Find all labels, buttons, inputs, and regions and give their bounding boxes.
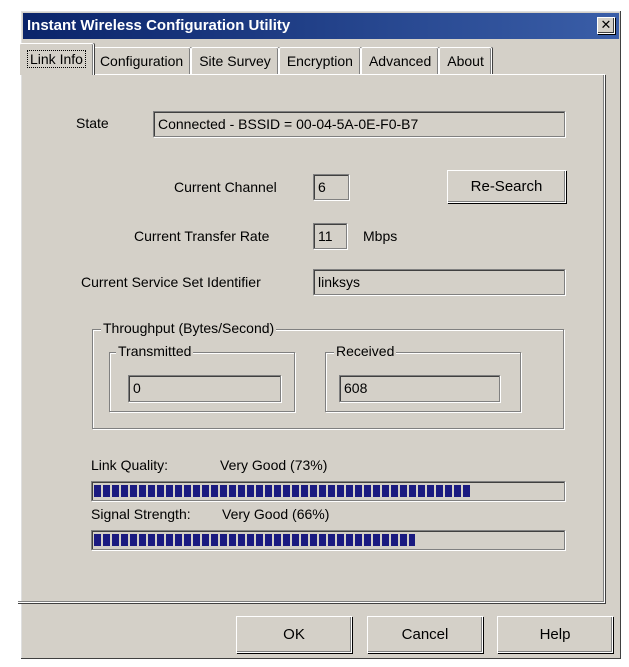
tab-encryption[interactable]: Encryption <box>278 47 361 75</box>
signal-strength-value: Very Good (66%) <box>222 506 330 522</box>
window-title: Instant Wireless Configuration Utility <box>27 17 291 34</box>
link-quality-label: Link Quality: <box>91 457 169 473</box>
link-quality-bar <box>91 481 565 501</box>
rate-label: Current Transfer Rate <box>134 228 270 244</box>
tab-advanced[interactable]: Advanced <box>360 47 440 75</box>
ok-button[interactable]: OK <box>236 616 352 653</box>
tab-label: Link Info <box>27 50 86 68</box>
transmitted-field: 0 <box>128 375 281 402</box>
signal-strength-bar <box>91 530 565 550</box>
tab-label: Configuration <box>99 53 184 69</box>
help-button[interactable]: Help <box>497 616 613 653</box>
rate-field: 11 <box>313 223 347 249</box>
tab-label: About <box>447 53 484 69</box>
channel-label: Current Channel <box>174 179 277 195</box>
transmitted-label: Transmitted <box>116 343 194 359</box>
throughput-group: Throughput (Bytes/Second) Transmitted 0 … <box>92 320 564 429</box>
tab-configuration[interactable]: Configuration <box>91 47 192 75</box>
state-label: State <box>76 115 109 131</box>
ssid-field: linksys <box>313 269 565 295</box>
cancel-button[interactable]: Cancel <box>367 616 483 653</box>
rate-unit: Mbps <box>363 228 398 244</box>
tab-label: Site Survey <box>199 53 271 69</box>
tab-label: Advanced <box>368 53 432 69</box>
research-button[interactable]: Re-Search <box>447 170 566 203</box>
transmitted-group: Transmitted 0 <box>109 343 295 412</box>
close-button[interactable]: ✕ <box>597 17 615 34</box>
channel-field: 6 <box>313 174 349 200</box>
tab-strip: Link Info Configuration Site Survey Encr… <box>17 43 492 75</box>
state-field: Connected - BSSID = 00-04-5A-0E-F0-B7 <box>153 111 565 137</box>
close-icon: ✕ <box>600 17 612 32</box>
link-quality-bar-fill <box>94 485 470 497</box>
received-field: 608 <box>339 375 500 402</box>
signal-strength-bar-fill <box>94 534 416 546</box>
tab-site-survey[interactable]: Site Survey <box>191 47 279 75</box>
title-bar[interactable]: Instant Wireless Configuration Utility ✕ <box>23 13 619 39</box>
received-group: Received 608 <box>325 343 521 412</box>
tab-label: Encryption <box>286 53 353 69</box>
link-info-panel: State Connected - BSSID = 00-04-5A-0E-F0… <box>17 74 605 603</box>
throughput-title: Throughput (Bytes/Second) <box>101 320 277 336</box>
tab-about[interactable]: About <box>439 47 492 75</box>
signal-strength-label: Signal Strength: <box>91 506 191 522</box>
ssid-label: Current Service Set Identifier <box>81 274 261 290</box>
received-label: Received <box>334 343 397 359</box>
link-quality-value: Very Good (73%) <box>220 457 328 473</box>
tab-link-info[interactable]: Link Info <box>19 43 94 75</box>
